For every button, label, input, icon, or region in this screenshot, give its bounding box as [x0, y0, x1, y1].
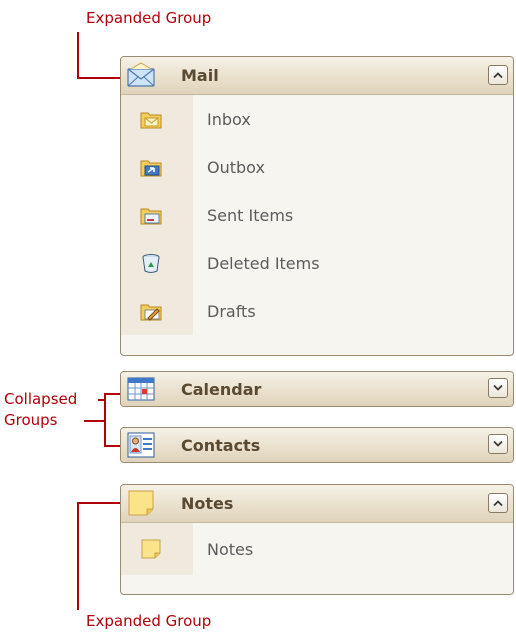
list-item-label: Inbox: [207, 109, 251, 129]
group-title: Calendar: [181, 379, 262, 399]
expand-button[interactable]: [488, 378, 508, 398]
annotation-line: [84, 420, 104, 422]
group-calendar: Calendar: [120, 371, 514, 407]
group-title: Mail: [181, 66, 219, 85]
list-item-notes[interactable]: Notes: [121, 523, 513, 575]
group-notes: Notes Notes: [120, 484, 514, 595]
chevron-up-icon: [493, 500, 503, 507]
list-item-label: Drafts: [207, 301, 256, 321]
group-header-contacts[interactable]: Contacts: [121, 428, 513, 462]
list-item-outbox[interactable]: Outbox: [121, 143, 513, 191]
annotation-expanded-group-bottom: Expanded Group: [86, 612, 212, 630]
mail-icon: [127, 62, 155, 87]
contacts-icon: [127, 432, 155, 458]
list-item-label: Notes: [207, 539, 254, 559]
list-item-inbox[interactable]: Inbox: [121, 95, 513, 143]
list-item-label: Outbox: [207, 157, 265, 177]
group-items-notes: Notes: [121, 523, 513, 575]
collapse-button[interactable]: [488, 65, 508, 85]
group-mail: Mail Inbox Outbox Sent Items Deleted Ite…: [120, 56, 514, 356]
list-item-sent-items[interactable]: Sent Items: [121, 191, 513, 239]
inbox-icon: [140, 112, 162, 129]
notes-icon: [128, 490, 154, 516]
annotation-line: [77, 502, 122, 504]
annotation-collapsed-line2: Groups: [4, 411, 58, 429]
annotation-line: [77, 77, 122, 79]
drafts-icon: [140, 304, 162, 321]
group-header-calendar[interactable]: Calendar: [121, 372, 513, 406]
list-item-label: Deleted Items: [207, 253, 320, 273]
group-header-mail[interactable]: Mail: [121, 57, 513, 95]
group-header-notes[interactable]: Notes: [121, 485, 513, 523]
deleted-items-icon: [142, 254, 160, 273]
annotation-line: [104, 393, 106, 446]
calendar-icon: [127, 377, 155, 401]
list-item-label: Sent Items: [207, 205, 294, 225]
note-icon: [141, 539, 161, 559]
expand-button[interactable]: [488, 434, 508, 454]
collapse-button[interactable]: [488, 493, 508, 513]
chevron-down-icon: [493, 440, 503, 447]
list-item-deleted-items[interactable]: Deleted Items: [121, 239, 513, 287]
annotation-line: [77, 32, 79, 79]
outbox-icon: [140, 160, 162, 177]
list-item-drafts[interactable]: Drafts: [121, 287, 513, 335]
annotation-collapsed-line1: Collapsed: [4, 390, 78, 408]
chevron-down-icon: [493, 384, 503, 391]
annotation-expanded-group-top: Expanded Group: [86, 9, 212, 27]
chevron-up-icon: [493, 72, 503, 79]
group-contacts: Contacts: [120, 427, 514, 463]
group-title: Contacts: [181, 435, 261, 455]
sent-items-icon: [140, 208, 162, 225]
group-items-mail: Inbox Outbox Sent Items Deleted Items Dr…: [121, 95, 513, 335]
group-title: Notes: [181, 494, 234, 513]
annotation-line: [77, 502, 79, 610]
